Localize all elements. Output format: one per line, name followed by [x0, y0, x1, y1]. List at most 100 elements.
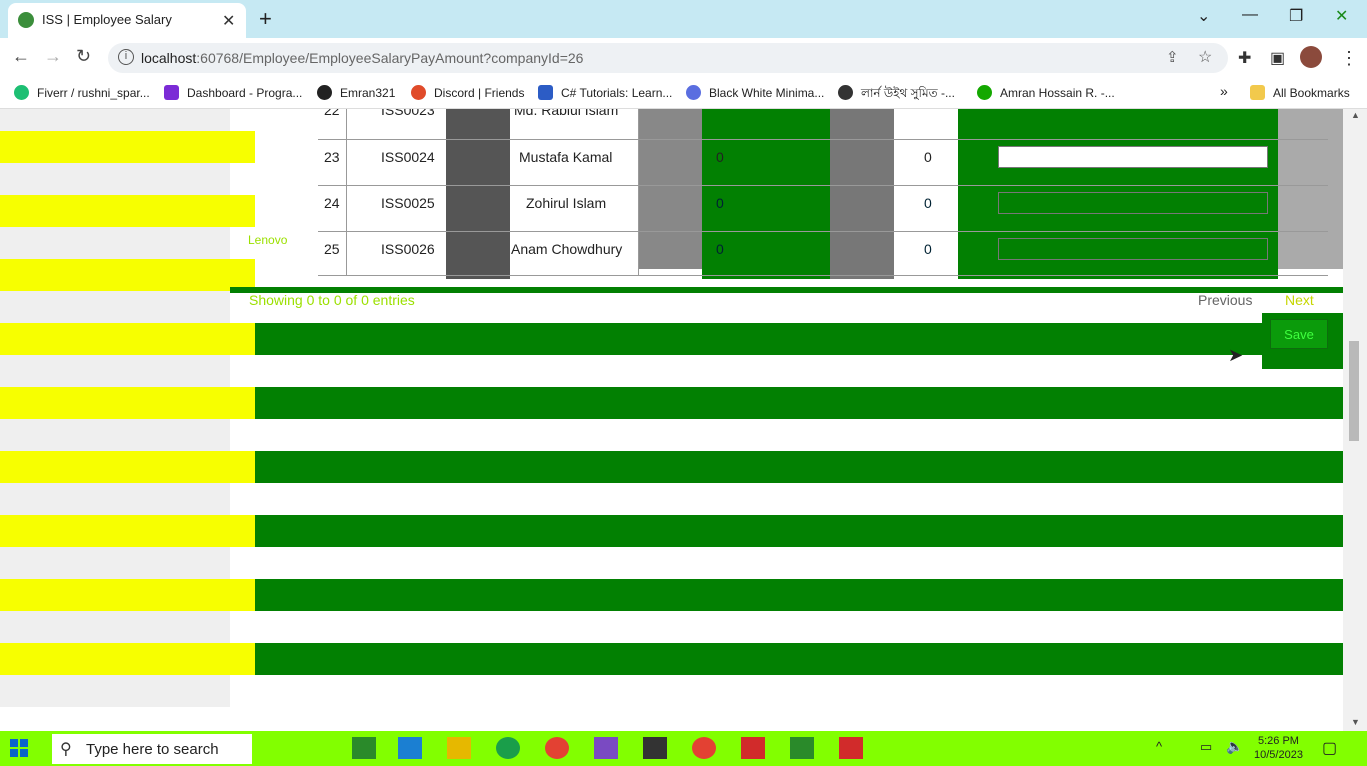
scrollbar-thumb[interactable]: [1349, 341, 1359, 441]
table-row: 24 ISS0025 Zohirul Islam 0 0: [318, 186, 1328, 231]
taskbar-clock[interactable]: 5:26 PM 10/5/2023: [1254, 734, 1303, 762]
employee-name: Mustafa Kamal: [519, 149, 613, 165]
more-bookmarks-icon[interactable]: »: [1220, 83, 1228, 99]
tab-title: ISS | Employee Salary: [42, 12, 172, 27]
side-panel-icon[interactable]: ▣: [1270, 48, 1285, 68]
bookmark-discord[interactable]: Discord | Friends: [411, 85, 524, 100]
anydesk-icon[interactable]: [839, 737, 863, 759]
reload-icon[interactable]: ↻: [76, 46, 91, 67]
menu-kebab-icon[interactable]: ⋮: [1340, 48, 1358, 69]
app-icon[interactable]: [741, 737, 765, 759]
glitch-stripe: [0, 579, 255, 611]
bookmark-upwork[interactable]: Amran Hossain R. -...: [977, 85, 1115, 100]
glitch-stripe: [255, 579, 1343, 611]
amount-value: 0: [716, 241, 724, 257]
new-tab-icon[interactable]: +: [259, 6, 272, 32]
pay-amount-input[interactable]: [998, 192, 1268, 214]
employee-code: ISS0026: [381, 241, 435, 257]
amount-value: 0: [924, 241, 932, 257]
profile-avatar[interactable]: [1300, 46, 1322, 68]
employee-code: ISS0023: [381, 109, 435, 118]
glitch-stripe: [255, 323, 1343, 355]
pagination-previous[interactable]: Previous: [1198, 292, 1252, 308]
app-icon[interactable]: [643, 737, 667, 759]
windows-taskbar: ⚲ Type here to search ^ ▭ 🔈 5:26 PM 10/5…: [0, 731, 1367, 766]
save-button[interactable]: Save: [1270, 319, 1328, 349]
glitch-stripe: [0, 451, 255, 483]
site-favicon-icon: [18, 12, 34, 28]
row-number: 25: [324, 241, 340, 257]
app-icon[interactable]: [790, 737, 814, 759]
volume-icon[interactable]: 🔈: [1226, 738, 1243, 755]
url-text[interactable]: localhost:60768/Employee/EmployeeSalaryP…: [141, 50, 583, 66]
bookmark-csharp[interactable]: C# Tutorials: Learn...: [538, 85, 672, 100]
bookmark-learn-with-sumit[interactable]: লার্ন উইথ সুমিত -...: [838, 85, 955, 105]
salary-table: 22 ISS0023 Md. Rabiul Islam 23 ISS0024 M…: [318, 109, 1343, 279]
table-row: 23 ISS0024 Mustafa Kamal 0 0: [318, 140, 1328, 185]
bookmark-github[interactable]: Emran321: [317, 85, 395, 100]
tab-search-chevron-icon[interactable]: ⌄: [1197, 6, 1210, 26]
glitch-stripe: [0, 387, 255, 419]
network-icon[interactable]: ▭: [1200, 739, 1212, 755]
employee-name: Anam Chowdhury: [511, 241, 623, 257]
table-row: 25 ISS0026 Anam Chowdhury 0 0: [318, 232, 1328, 275]
scroll-up-icon[interactable]: ▲: [1351, 110, 1360, 120]
address-bar[interactable]: i localhost:60768/Employee/EmployeeSalar…: [108, 43, 1228, 73]
page-scrollbar[interactable]: ▲ ▼: [1343, 109, 1367, 731]
glitch-stripe: [0, 131, 255, 163]
bookmark-star-icon[interactable]: ☆: [1198, 47, 1212, 67]
bookmarks-bar: Fiverr / rushni_spar... Dashboard - Prog…: [0, 78, 1367, 109]
clock-date: 10/5/2023: [1254, 749, 1303, 761]
amount-value: 0: [924, 149, 932, 165]
pay-amount-input[interactable]: [998, 146, 1268, 168]
chrome-icon[interactable]: [545, 737, 569, 759]
glitch-stripe: [255, 515, 1343, 547]
vscode-icon[interactable]: [398, 737, 422, 759]
notifications-icon[interactable]: ▢: [1322, 738, 1337, 758]
clock-time: 5:26 PM: [1257, 735, 1299, 747]
search-placeholder: Type here to search: [86, 741, 219, 758]
taskbar-search-box[interactable]: ⚲ Type here to search: [52, 734, 252, 764]
restore-icon[interactable]: ❐: [1289, 6, 1303, 26]
chrome-profile-icon[interactable]: [692, 737, 716, 759]
amount-value: 0: [924, 195, 932, 211]
all-bookmarks[interactable]: All Bookmarks: [1250, 85, 1350, 100]
visual-studio-icon[interactable]: [594, 737, 618, 759]
page-content: 22 ISS0023 Md. Rabiul Islam 23 ISS0024 M…: [0, 109, 1343, 707]
minimize-icon[interactable]: —: [1242, 6, 1258, 24]
back-icon[interactable]: ←: [12, 46, 30, 67]
employee-name: Zohirul Islam: [526, 195, 607, 211]
tray-chevron-icon[interactable]: ^: [1156, 739, 1162, 754]
share-icon[interactable]: ⇪: [1166, 48, 1179, 66]
amount-value: 0: [716, 149, 724, 165]
amount-value: 0: [716, 195, 724, 211]
search-icon: ⚲: [60, 741, 72, 758]
tab-employee-salary[interactable]: ISS | Employee Salary ✕: [8, 3, 246, 38]
forward-icon[interactable]: →: [44, 46, 62, 67]
task-view-icon[interactable]: [352, 737, 376, 759]
lenovo-watermark: Lenovo: [248, 233, 288, 247]
bookmark-black-white[interactable]: Black White Minima...: [686, 85, 824, 100]
bookmark-dashboard[interactable]: Dashboard - Progra...: [164, 85, 302, 100]
site-info-icon[interactable]: i: [118, 49, 134, 65]
glitch-stripe: [0, 323, 255, 355]
extensions-icon[interactable]: ✚: [1238, 48, 1251, 68]
mouse-cursor-icon: ➤: [1228, 345, 1244, 365]
bookmark-fiverr[interactable]: Fiverr / rushni_spar...: [14, 85, 150, 100]
file-explorer-icon[interactable]: [447, 737, 471, 759]
windows-start-icon[interactable]: [10, 739, 28, 757]
scroll-down-icon[interactable]: ▼: [1351, 717, 1360, 727]
glitch-stripe: [255, 387, 1343, 419]
close-window-icon[interactable]: ✕: [1335, 6, 1348, 26]
browser-tab-strip: ISS | Employee Salary ✕ + ⌄ — ❐ ✕: [0, 0, 1367, 38]
glitch-stripe: [0, 195, 255, 227]
row-number: 22: [324, 109, 340, 118]
browser-toolbar: ← → ↻ i localhost:60768/Employee/Employe…: [0, 38, 1367, 78]
edge-icon[interactable]: [496, 737, 520, 759]
close-tab-icon[interactable]: ✕: [222, 11, 235, 31]
glitch-stripe: [0, 643, 255, 675]
pay-amount-input[interactable]: [998, 238, 1268, 260]
pagination-next[interactable]: Next: [1285, 292, 1314, 308]
row-number: 23: [324, 149, 340, 165]
glitch-stripe: [0, 259, 255, 291]
